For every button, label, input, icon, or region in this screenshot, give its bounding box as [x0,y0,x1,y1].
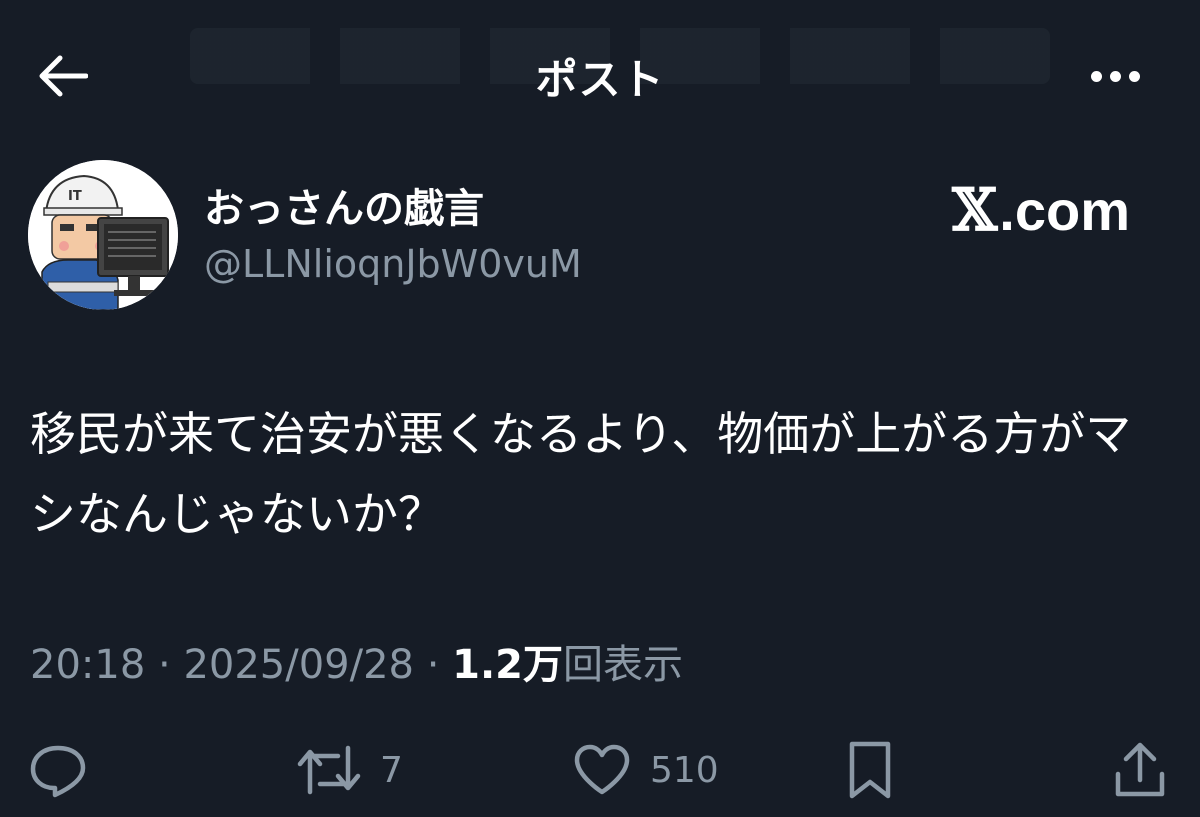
x-logo-icon: 𝕏 [952,176,998,244]
svg-text:IT: IT [68,189,82,204]
post-text: 移民が来て治安が悪くなるより、物価が上がる方がマシなんじゃないか？ [30,407,1132,541]
views-count[interactable]: 1.2万 [452,642,563,688]
bookmark-button[interactable] [846,738,894,802]
reply-button[interactable] [28,738,88,802]
more-button[interactable] [1080,54,1150,98]
brand-domain: .com [999,178,1130,242]
top-bar: ポスト [0,0,1200,140]
post-time: 20:18 [30,642,146,688]
like-count: 510 [650,749,719,791]
action-bar: 7 510 [0,730,1200,810]
it-worker-avatar-icon: IT [28,160,178,310]
share-button[interactable] [1112,738,1168,802]
meta-separator: · [145,642,184,688]
like-button[interactable]: 510 [572,738,719,802]
repost-button[interactable]: 7 [296,738,403,802]
reply-icon [30,745,86,798]
repost-count: 7 [380,749,403,791]
author-display-name[interactable]: おっさんの戯言 [204,176,484,234]
avatar[interactable]: IT [28,160,178,310]
heart-icon [574,744,630,795]
post-screen: ポスト IT おっさんの戯言 @LLNlioqnJbW0vuM 𝕏 .com 移… [0,0,1200,817]
views-label: 回表示 [563,642,683,688]
author-handle[interactable]: @LLNlioqnJbW0vuM [204,242,582,286]
share-icon [1115,742,1165,797]
meta-separator: · [413,642,453,688]
post-date: 2025/09/28 [183,642,414,688]
more-horizontal-icon [1087,70,1144,82]
page-title: ポスト [535,55,665,104]
brand-watermark: 𝕏 .com [952,176,1130,244]
repost-icon [297,745,361,795]
bookmark-icon [849,741,891,799]
post-meta: 20:18 · 2025/09/28 · 1.2万回表示 [30,632,683,690]
